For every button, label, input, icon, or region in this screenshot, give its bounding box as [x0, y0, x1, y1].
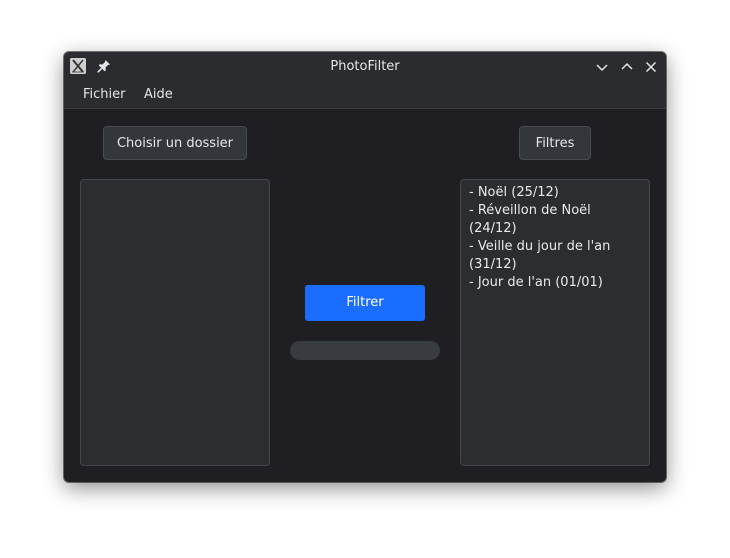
- filter-item[interactable]: - Réveillon de Noël (24/12): [469, 202, 641, 238]
- window-title: PhotoFilter: [330, 59, 400, 74]
- filter-item[interactable]: - Noël (25/12): [469, 184, 641, 202]
- menu-aide[interactable]: Aide: [144, 81, 173, 108]
- app-window: PhotoFilter Fichier Aide Choisir un doss…: [64, 52, 666, 482]
- progress-bar: [290, 341, 440, 360]
- maximize-button[interactable]: [619, 59, 635, 75]
- filters-list-panel[interactable]: - Noël (25/12) - Réveillon de Noël (24/12…: [460, 179, 650, 466]
- filter-item[interactable]: - Veille du jour de l'an (31/12): [469, 238, 641, 274]
- close-button[interactable]: [643, 59, 659, 75]
- chevron-up-icon: [621, 62, 633, 70]
- close-icon: [645, 61, 657, 73]
- menu-bar: Fichier Aide: [64, 81, 666, 109]
- title-bar[interactable]: PhotoFilter: [64, 52, 666, 81]
- filters-list: - Noël (25/12) - Réveillon de Noël (24/12…: [461, 180, 649, 296]
- menu-fichier[interactable]: Fichier: [83, 81, 126, 108]
- filters-button[interactable]: Filtres: [519, 126, 591, 160]
- filter-button[interactable]: Filtrer: [305, 285, 425, 321]
- photo-list-panel[interactable]: [80, 179, 270, 466]
- minimize-button[interactable]: [594, 59, 610, 75]
- choose-folder-button[interactable]: Choisir un dossier: [103, 126, 247, 160]
- filter-item[interactable]: - Jour de l'an (01/01): [469, 274, 641, 292]
- chevron-down-icon: [596, 64, 608, 72]
- pin-icon[interactable]: [96, 58, 112, 74]
- app-icon[interactable]: [70, 58, 86, 74]
